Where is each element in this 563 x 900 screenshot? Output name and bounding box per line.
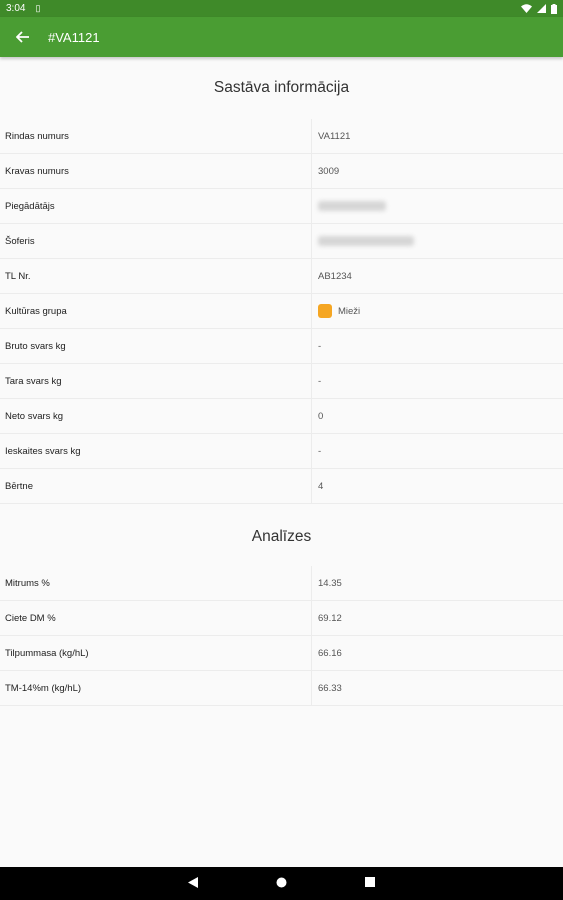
row-value: - bbox=[318, 375, 322, 387]
wifi-icon bbox=[521, 4, 532, 13]
back-button[interactable] bbox=[0, 27, 40, 48]
table-row: TM-14%m (kg/hL) 66.33 bbox=[0, 671, 563, 706]
row-label: Tilpummasa (kg/hL) bbox=[0, 636, 312, 670]
row-label: Kravas numurs bbox=[0, 154, 312, 188]
status-bar: 3:04 ▯ bbox=[0, 0, 563, 17]
table-row: Neto svars kg 0 bbox=[0, 399, 563, 434]
row-label: Kultūras grupa bbox=[0, 294, 312, 328]
table-row: Tara svars kg - bbox=[0, 364, 563, 399]
row-label: Rindas numurs bbox=[0, 119, 312, 153]
analyses-title: Analīzes bbox=[251, 528, 312, 545]
row-value: 66.16 bbox=[318, 647, 342, 659]
row-label: Bērtne bbox=[0, 469, 312, 503]
row-label: Tara svars kg bbox=[0, 364, 312, 398]
culture-color-swatch bbox=[318, 304, 332, 318]
app-bar: #VA1121 bbox=[0, 17, 563, 57]
row-value: 69.12 bbox=[318, 612, 342, 624]
row-label: Šoferis bbox=[0, 224, 312, 258]
row-value: VA1121 bbox=[318, 130, 351, 142]
row-label: Ieskaites svars kg bbox=[0, 434, 312, 468]
row-value: - bbox=[318, 445, 322, 457]
table-row: Rindas numurs VA1121 bbox=[0, 119, 563, 154]
table-row: Ieskaites svars kg - bbox=[0, 434, 563, 469]
system-nav-bar bbox=[0, 867, 563, 900]
row-value: Mieži bbox=[312, 304, 360, 318]
row-label: Bruto svars kg bbox=[0, 329, 312, 363]
sim-icon: ▯ bbox=[35, 3, 41, 13]
row-value: 0 bbox=[318, 410, 324, 422]
row-label: Neto svars kg bbox=[0, 399, 312, 433]
table-row: Šoferis bbox=[0, 224, 563, 259]
page-title: #VA1121 bbox=[48, 29, 100, 45]
row-label: TL Nr. bbox=[0, 259, 312, 293]
table-row: Tilpummasa (kg/hL) 66.16 bbox=[0, 636, 563, 671]
nav-recent-button[interactable] bbox=[365, 877, 375, 890]
row-value: - bbox=[318, 340, 322, 352]
nav-back-button[interactable] bbox=[188, 876, 198, 891]
table-row: TL Nr. AB1234 bbox=[0, 259, 563, 294]
table-row: Kravas numurs 3009 bbox=[0, 154, 563, 189]
redacted-supplier bbox=[318, 201, 386, 211]
table-row: Kultūras grupa Mieži bbox=[0, 294, 563, 329]
nav-home-button[interactable] bbox=[276, 877, 287, 891]
table-row: Bruto svars kg - bbox=[0, 329, 563, 364]
table-row: Mitrums % 14.35 bbox=[0, 566, 563, 601]
square-recent-icon bbox=[365, 877, 375, 887]
row-value bbox=[312, 236, 414, 246]
triangle-back-icon bbox=[188, 876, 198, 888]
row-value: 4 bbox=[318, 480, 324, 492]
row-value: 66.33 bbox=[318, 682, 342, 694]
arrow-left-icon bbox=[15, 30, 29, 43]
redacted-driver bbox=[318, 236, 414, 246]
row-value: AB1234 bbox=[318, 270, 352, 282]
row-label: TM-14%m (kg/hL) bbox=[0, 671, 312, 705]
composition-title: Sastāva informācija bbox=[213, 79, 350, 96]
status-time: 3:04 bbox=[6, 3, 26, 14]
signal-icon bbox=[537, 4, 546, 13]
row-label: Ciete DM % bbox=[0, 601, 312, 635]
row-value: 14.35 bbox=[318, 577, 342, 589]
battery-icon bbox=[551, 3, 557, 14]
row-label: Mitrums % bbox=[0, 566, 312, 600]
circle-home-icon bbox=[276, 877, 287, 887]
main-content: Sastāva informācija Rindas numurs VA1121 … bbox=[0, 57, 563, 706]
table-row: Ciete DM % 69.12 bbox=[0, 601, 563, 636]
table-row: Piegādātājs bbox=[0, 189, 563, 224]
culture-name: Mieži bbox=[338, 305, 361, 317]
row-value bbox=[312, 201, 386, 211]
table-row: Bērtne 4 bbox=[0, 469, 563, 504]
row-value: 3009 bbox=[318, 165, 340, 177]
row-label: Piegādātājs bbox=[0, 189, 312, 223]
